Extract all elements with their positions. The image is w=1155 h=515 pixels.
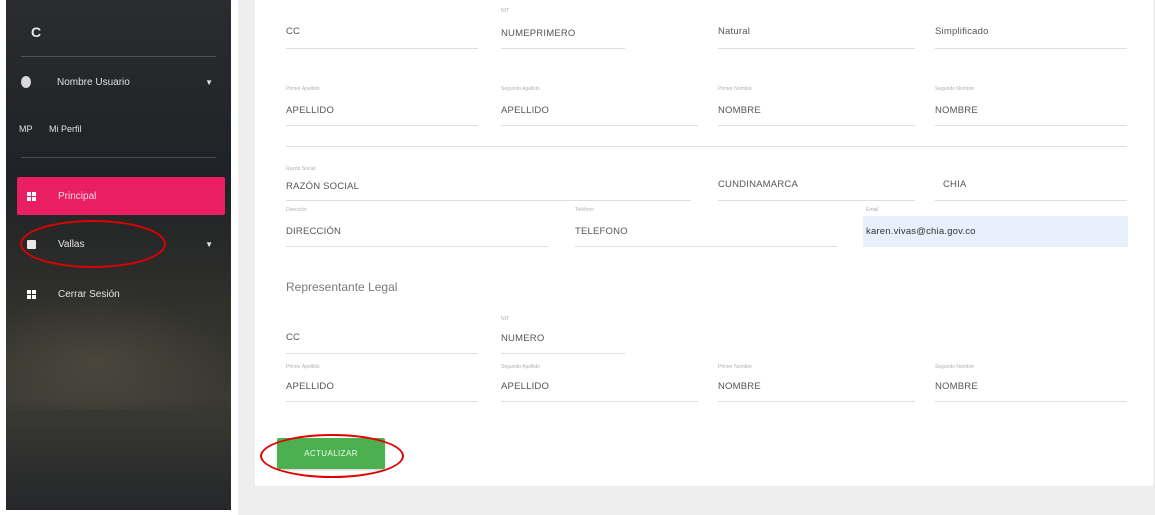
address-field[interactable]: Dirección DIRECCIÓN [286,207,548,247]
profile-label: Mi Perfil [49,124,82,134]
legal-second-name-field[interactable]: Segundo Nombre NOMBRE [935,364,1127,402]
user-menu[interactable]: Nombre Usuario ▼ [21,76,221,88]
email-field[interactable]: karen.vivas@chia.gov.co [863,216,1128,247]
avatar [21,76,31,88]
nit-field[interactable]: NIT NUMEPRIMERO [501,8,625,50]
legal-first-surname-field[interactable]: Primer Apellido APELLIDO [286,364,478,402]
legal-rep-title: Representante Legal [286,280,398,294]
caret-down-icon: ▼ [205,77,213,87]
second-name-field[interactable]: Segundo Nombre NOMBRE [935,86,1127,126]
sidebar-item-vallas[interactable]: Vallas ▼ [17,225,225,263]
department-select[interactable]: CUNDINAMARCA [718,166,915,202]
second-surname-field[interactable]: Segundo Apellido APELLIDO [501,86,698,126]
user-name: Nombre Usuario [57,76,130,88]
person-type-select[interactable]: Natural [718,18,915,50]
legal-second-surname-field[interactable]: Segundo Apellido APELLIDO [501,364,698,402]
image-icon [27,239,36,249]
sidebar-item-profile[interactable]: MP Mi Perfil [19,124,82,134]
legal-nit-field[interactable]: NIT NUMERO [501,316,625,354]
sidebar: C Nombre Usuario ▼ MP Mi Perfil Principa… [6,0,231,510]
phone-field[interactable]: Teléfono TELEFONO [575,207,837,247]
divider [286,146,1127,148]
sidebar-divider [21,157,216,158]
caret-down-icon: ▼ [205,239,213,249]
dashboard-icon [27,191,36,201]
first-name-field[interactable]: Primer Nombre NOMBRE [718,86,915,126]
sidebar-item-label: Principal [58,190,97,202]
legal-first-name-field[interactable]: Primer Nombre NOMBRE [718,364,915,402]
legal-doc-type-select[interactable]: CC [286,326,478,354]
dashboard-icon [27,289,36,299]
regime-select[interactable]: Simplificado [935,18,1127,50]
profile-abbr: MP [19,124,33,134]
first-surname-field[interactable]: Primer Apellido APELLIDO [286,86,478,126]
update-button[interactable]: ACTUALIZAR [277,438,385,469]
sidebar-item-principal[interactable]: Principal [17,177,225,215]
sidebar-item-label: Cerrar Sesión [58,288,120,300]
company-name-field[interactable]: Razón Social RAZÓN SOCIAL [286,166,691,202]
sidebar-item-logout[interactable]: Cerrar Sesión [17,275,225,313]
sidebar-divider [21,56,216,57]
doc-type-select[interactable]: CC [286,18,478,50]
city-select[interactable]: CHIA [935,166,1127,202]
sidebar-item-label: Vallas [58,238,85,250]
sidebar-logo: C [31,24,42,40]
